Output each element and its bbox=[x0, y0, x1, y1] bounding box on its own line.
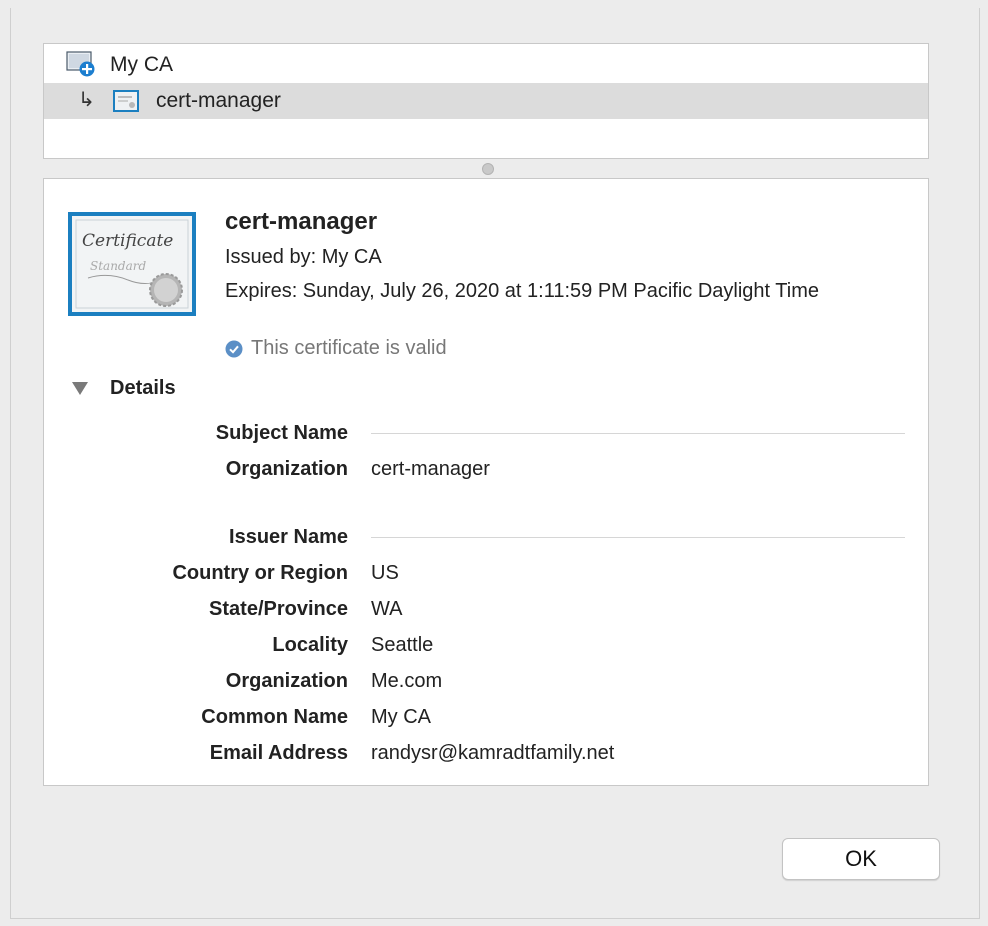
subject-name-heading: Subject Name bbox=[215, 422, 348, 444]
certificate-chain-list[interactable]: My CA ↳ cert-manager bbox=[43, 43, 929, 159]
section-divider bbox=[371, 537, 905, 538]
split-view-handle[interactable] bbox=[482, 163, 494, 175]
issuer-name-heading: Issuer Name bbox=[229, 526, 348, 548]
field-value: Me.com bbox=[371, 670, 443, 692]
details-heading: Details bbox=[110, 377, 176, 399]
field-label: Common Name bbox=[201, 706, 348, 728]
field-label: Locality bbox=[272, 634, 348, 656]
field-value: randysr@kamradtfamily.net bbox=[371, 742, 615, 764]
field-label: Email Address bbox=[209, 742, 348, 764]
certificate-detail-panel: Certificate Standard cert-manager Issued… bbox=[43, 178, 929, 786]
certificate-image-title: Certificate bbox=[82, 231, 173, 251]
chain-item-my-ca[interactable]: My CA bbox=[44, 47, 928, 83]
field-label: State/Province bbox=[209, 598, 348, 620]
certificate-icon bbox=[113, 90, 139, 112]
expiration-text: Expires: Sunday, July 26, 2020 at 1:11:5… bbox=[225, 280, 820, 302]
field-label: Organization bbox=[225, 670, 348, 692]
field-value: US bbox=[371, 562, 399, 584]
field-label: Country or Region bbox=[172, 562, 348, 584]
details-disclosure[interactable]: Details bbox=[72, 377, 176, 400]
chain-item-label: My CA bbox=[110, 53, 173, 76]
field-value: My CA bbox=[371, 706, 431, 728]
checkmark-valid-icon bbox=[225, 340, 243, 357]
validity-text: This certificate is valid bbox=[251, 337, 447, 359]
certificate-name: cert-manager bbox=[225, 208, 378, 235]
issued-by-text: Issued by: My CA bbox=[225, 246, 382, 268]
field-value: cert-manager bbox=[371, 458, 490, 480]
disclosure-triangle-icon[interactable] bbox=[72, 382, 88, 395]
validity-status: This certificate is valid bbox=[225, 337, 447, 360]
field-label: Organization bbox=[225, 458, 348, 480]
chain-item-cert-manager[interactable]: ↳ cert-manager bbox=[44, 83, 928, 119]
child-arrow-icon: ↳ bbox=[78, 89, 95, 111]
ok-button[interactable]: OK bbox=[782, 838, 940, 880]
certificate-image-subtitle: Standard bbox=[90, 259, 146, 273]
field-value: Seattle bbox=[371, 634, 434, 656]
ca-root-certificate-icon bbox=[66, 51, 95, 77]
chain-item-label: cert-manager bbox=[156, 89, 281, 112]
certificate-large-icon: Certificate Standard bbox=[68, 212, 196, 316]
section-divider bbox=[371, 433, 905, 434]
field-value: WA bbox=[371, 598, 403, 620]
